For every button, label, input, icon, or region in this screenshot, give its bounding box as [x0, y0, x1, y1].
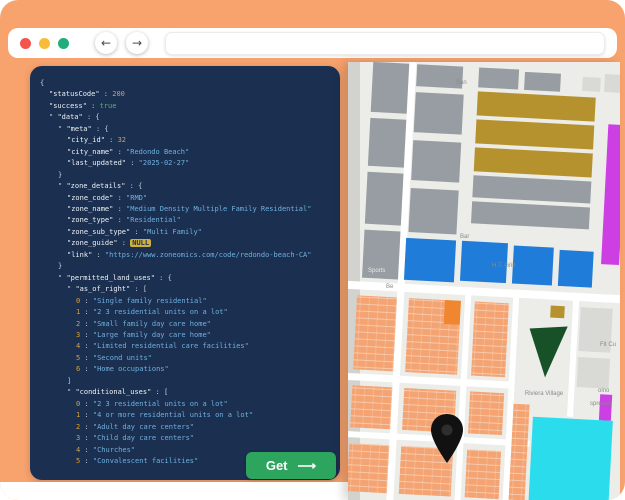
browser-chrome: ← → — [8, 28, 617, 58]
window-footer — [0, 482, 348, 500]
arrow-right-icon: ⟶ — [297, 457, 317, 473]
zone-magenta-sliver — [598, 394, 613, 421]
get-button-label: Get — [265, 458, 288, 473]
zone-gold-small — [550, 305, 565, 319]
traffic-lights — [20, 37, 69, 49]
zone-gray-mid — [408, 92, 464, 235]
svg-text:H.T. Grill: H.T. Grill — [492, 263, 515, 269]
traffic-light-close[interactable] — [20, 37, 31, 49]
back-button[interactable]: ← — [95, 32, 117, 54]
svg-text:olno: olno — [598, 388, 610, 394]
svg-text:Riviera Village: Riviera Village — [525, 391, 564, 397]
svg-text:Sports: Sports — [368, 268, 385, 274]
get-button[interactable]: Get ⟶ — [246, 452, 336, 479]
svg-text:Be: Be — [386, 284, 394, 290]
zone-orange-parcel — [443, 299, 461, 325]
svg-text:spresso: spresso — [590, 401, 612, 407]
zoning-map[interactable]: San Bar H.T. Grill Sports Be Riviera Vil… — [348, 62, 620, 500]
code-lines: {"statusCode" : 200 "success" : true " "da… — [40, 79, 312, 465]
zoning-map-svg: San Bar H.T. Grill Sports Be Riviera Vil… — [348, 62, 620, 500]
code-panel: {"statusCode" : 200 "success" : true " "da… — [30, 66, 340, 480]
traffic-light-maximize[interactable] — [58, 37, 69, 49]
svg-text:Bar: Bar — [460, 234, 469, 240]
svg-text:Fit Cu: Fit Cu — [600, 342, 616, 348]
zone-gold-bars — [473, 91, 596, 178]
zone-cyan-block — [528, 416, 613, 500]
svg-text:San: San — [456, 80, 467, 86]
address-bar[interactable] — [165, 31, 605, 55]
forward-button[interactable]: → — [126, 32, 148, 54]
traffic-light-minimize[interactable] — [39, 37, 50, 49]
app-window: ← → {"statusCode" : 200 "success" : true "… — [0, 0, 625, 500]
